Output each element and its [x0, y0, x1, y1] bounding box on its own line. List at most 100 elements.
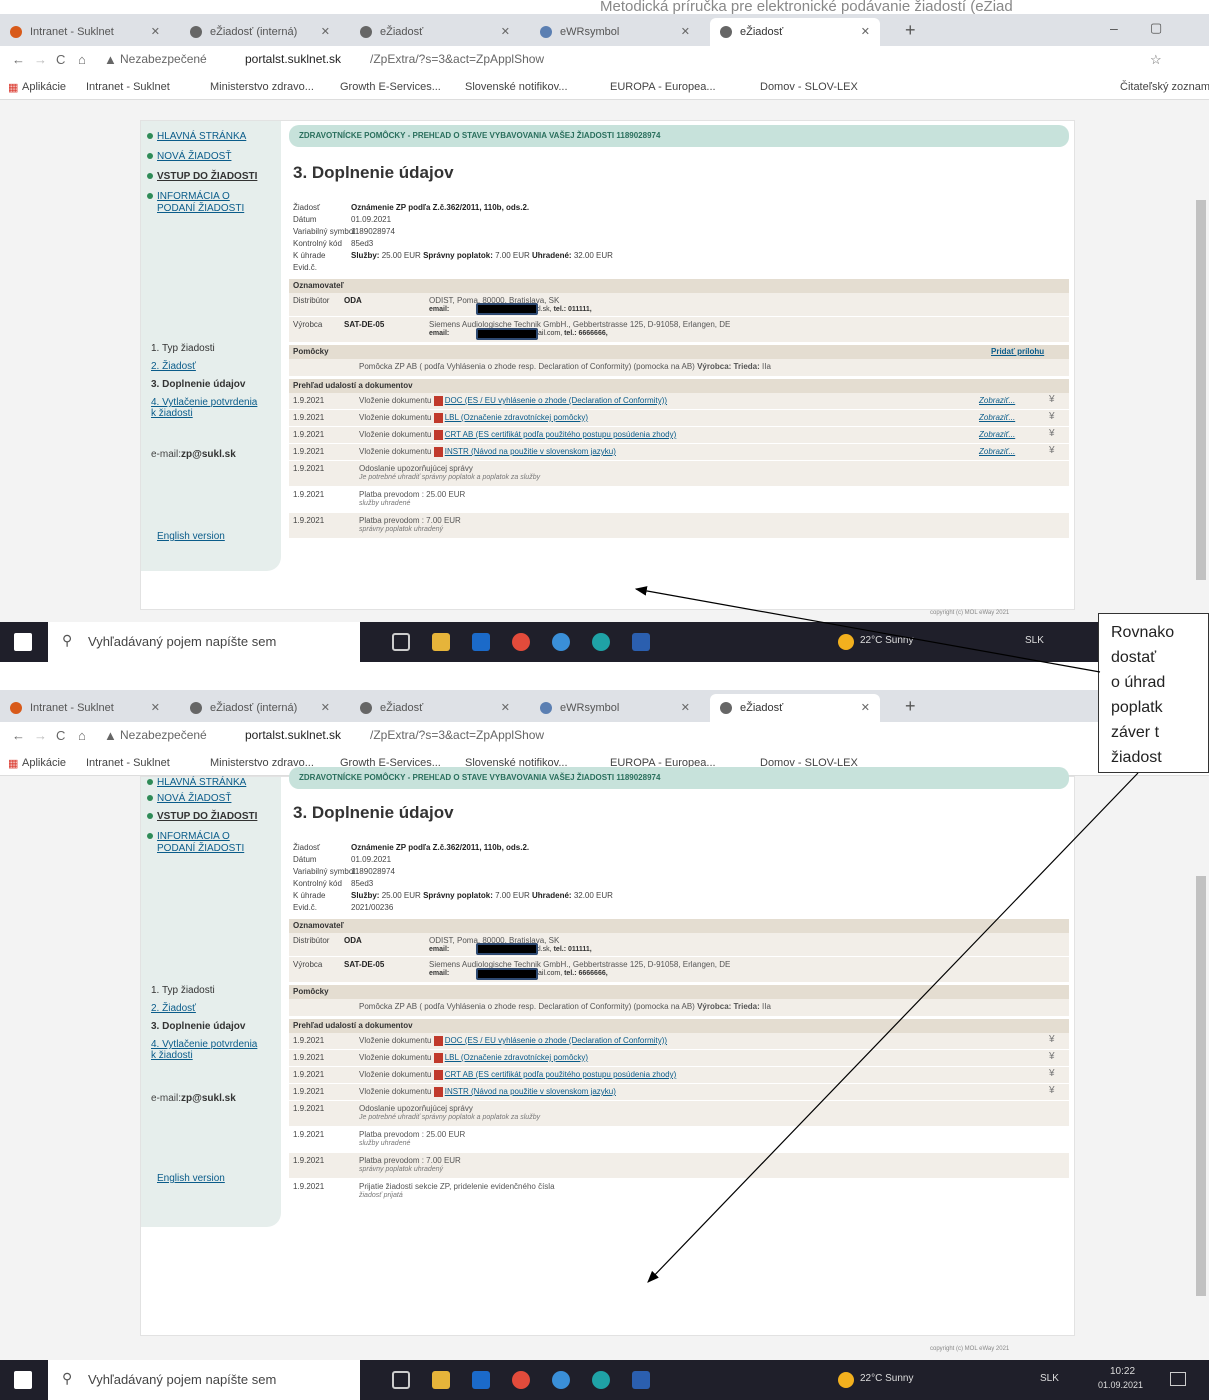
word-icon[interactable]: [632, 1371, 650, 1389]
edge-icon[interactable]: [592, 1371, 610, 1389]
step-1[interactable]: 1. Typ žiadosti: [151, 985, 215, 996]
home-icon[interactable]: ⌂: [78, 52, 86, 67]
bookmark-slovenske[interactable]: Slovenské notifikov...: [465, 81, 568, 93]
nav-info[interactable]: INFORMÁCIA O: [157, 831, 230, 842]
chrome-icon[interactable]: [512, 1371, 530, 1389]
document-link[interactable]: CRT AB (ES certifikát podľa použitého po…: [445, 1070, 677, 1079]
tab-eziadost-interna[interactable]: eŽiadosť (interná) ✕: [180, 694, 340, 722]
nav-info-2[interactable]: PODANÍ ŽIADOSTI: [157, 843, 244, 854]
close-icon[interactable]: ✕: [321, 18, 330, 46]
step-3[interactable]: 3. Doplnenie údajov: [151, 379, 245, 390]
english-version-link[interactable]: English version: [157, 531, 225, 542]
show-link[interactable]: Zobraziť...: [979, 447, 1015, 456]
nav-new-request[interactable]: NOVÁ ŽIADOSŤ: [157, 151, 231, 162]
add-attachment-link[interactable]: Pridať prílohu: [991, 347, 1044, 356]
nav-info-2[interactable]: PODANÍ ŽIADOSTI: [157, 203, 244, 214]
weather-text[interactable]: 22°C Sunny: [860, 1373, 913, 1384]
event-row[interactable]: 1.9.2021 Vloženie dokumentu CRT AB (ES ce…: [289, 427, 1069, 444]
show-link[interactable]: Zobraziť...: [979, 430, 1015, 439]
email-link[interactable]: zp@sukl.sk: [181, 449, 236, 460]
edge-icon[interactable]: [592, 633, 610, 651]
chevron-down-icon[interactable]: ¥: [1049, 445, 1055, 456]
star-icon[interactable]: ☆: [1150, 52, 1162, 68]
event-row[interactable]: 1.9.2021 Vloženie dokumentu INSTR (Návod …: [289, 1084, 1069, 1101]
file-explorer-icon[interactable]: [432, 633, 450, 651]
close-icon[interactable]: ✕: [861, 18, 870, 46]
bookmark-reading-list[interactable]: Čitateľský zoznam: [1120, 81, 1209, 93]
close-icon[interactable]: ✕: [681, 18, 690, 46]
tab-ewrsymbol[interactable]: eWRsymbol ✕: [530, 694, 700, 722]
bookmark-growth[interactable]: Growth E-Services...: [340, 81, 441, 93]
notification-icon[interactable]: [1170, 1372, 1186, 1386]
url-host[interactable]: portalst.suklnet.sk: [245, 728, 341, 742]
show-link[interactable]: Zobraziť...: [979, 396, 1015, 405]
word-icon[interactable]: [632, 633, 650, 651]
maximize-icon[interactable]: ▢: [1150, 20, 1162, 36]
document-link[interactable]: LBL (Označenie zdravotníckej pomôcky): [445, 1053, 588, 1062]
back-icon[interactable]: ←: [12, 52, 25, 67]
chrome-icon[interactable]: [512, 633, 530, 651]
bookmark-apps[interactable]: Aplikácie: [22, 757, 66, 769]
windows-icon[interactable]: [14, 1371, 32, 1389]
step-4[interactable]: 4. Vytlačenie potvrdenia: [151, 397, 257, 408]
forward-icon[interactable]: →: [34, 52, 47, 67]
nav-enter-request[interactable]: VSTUP DO ŽIADOSTI: [157, 171, 257, 182]
task-view-icon[interactable]: [392, 633, 410, 651]
bookmark-ministerstvo[interactable]: Ministerstvo zdravo...: [210, 81, 314, 93]
ie-icon[interactable]: [552, 1371, 570, 1389]
nav-home[interactable]: HLAVNÁ STRÁNKA: [157, 131, 246, 142]
event-row[interactable]: 1.9.2021 Vloženie dokumentu DOC (ES / EU …: [289, 1033, 1069, 1050]
windows-icon[interactable]: [14, 633, 32, 651]
close-icon[interactable]: ✕: [501, 694, 510, 722]
task-view-icon[interactable]: [392, 1371, 410, 1389]
url-host[interactable]: portalst.suklnet.sk: [245, 52, 341, 66]
bookmark-apps[interactable]: Aplikácie: [22, 81, 66, 93]
event-row[interactable]: 1.9.2021 Vloženie dokumentu LBL (Označeni…: [289, 410, 1069, 427]
bookmark-europa[interactable]: EUROPA - Europea...: [610, 81, 716, 93]
show-link[interactable]: Zobraziť...: [979, 413, 1015, 422]
minimize-icon[interactable]: –: [1110, 20, 1118, 36]
home-icon[interactable]: ⌂: [78, 728, 86, 743]
event-row[interactable]: 1.9.2021 Vloženie dokumentu LBL (Označeni…: [289, 1050, 1069, 1067]
nav-new-request[interactable]: NOVÁ ŽIADOSŤ: [157, 793, 231, 804]
tab-ewrsymbol[interactable]: eWRsymbol ✕: [530, 18, 700, 46]
close-icon[interactable]: ✕: [151, 18, 160, 46]
outlook-icon[interactable]: [472, 633, 490, 651]
chevron-down-icon[interactable]: ¥: [1049, 428, 1055, 439]
chevron-down-icon[interactable]: ¥: [1049, 1068, 1055, 1079]
scrollbar[interactable]: [1196, 200, 1206, 580]
email-link[interactable]: zp@sukl.sk: [181, 1093, 236, 1104]
tab-eziadost-interna[interactable]: eŽiadosť (interná) ✕: [180, 18, 340, 46]
language-indicator[interactable]: SLK: [1040, 1373, 1059, 1384]
taskbar-search[interactable]: Vyhľadávaný pojem napíšte sem: [48, 622, 360, 662]
step-4[interactable]: 4. Vytlačenie potvrdenia: [151, 1039, 257, 1050]
chevron-down-icon[interactable]: ¥: [1049, 1034, 1055, 1045]
taskbar-search[interactable]: Vyhľadávaný pojem napíšte sem: [48, 1360, 360, 1400]
document-link[interactable]: INSTR (Návod na použitie v slovenskom ja…: [445, 447, 616, 456]
outlook-icon[interactable]: [472, 1371, 490, 1389]
weather-text[interactable]: 22°C Sunny: [860, 635, 913, 646]
close-icon[interactable]: ✕: [501, 18, 510, 46]
document-link[interactable]: INSTR (Návod na použitie v slovenskom ja…: [445, 1087, 616, 1096]
clock-date[interactable]: 01.09.2021: [1098, 1380, 1143, 1390]
step-2[interactable]: 2. Žiadosť: [151, 361, 196, 372]
nav-info[interactable]: INFORMÁCIA O: [157, 191, 230, 202]
tab-intranet[interactable]: Intranet - Suklnet ✕: [0, 694, 170, 722]
scrollbar[interactable]: [1196, 876, 1206, 1296]
nav-home[interactable]: HLAVNÁ STRÁNKA: [157, 777, 246, 788]
chevron-down-icon[interactable]: ¥: [1049, 394, 1055, 405]
tab-eziadost-active[interactable]: eŽiadosť ✕: [710, 694, 880, 722]
document-link[interactable]: DOC (ES / EU vyhlásenie o zhode (Declara…: [445, 1036, 667, 1045]
event-row[interactable]: 1.9.2021 Vloženie dokumentu INSTR (Návod …: [289, 444, 1069, 461]
close-icon[interactable]: ✕: [861, 694, 870, 722]
clock-time[interactable]: 10:22: [1110, 1366, 1135, 1377]
reload-icon[interactable]: C: [56, 728, 65, 743]
apps-icon[interactable]: ▦: [8, 81, 18, 94]
event-row[interactable]: 1.9.2021 Vloženie dokumentu CRT AB (ES ce…: [289, 1067, 1069, 1084]
new-tab-icon[interactable]: +: [905, 20, 916, 41]
bookmark-intranet[interactable]: Intranet - Suklnet: [86, 757, 170, 769]
step-1[interactable]: 1. Typ žiadosti: [151, 343, 215, 354]
tab-eziadost[interactable]: eŽiadosť ✕: [350, 694, 520, 722]
forward-icon[interactable]: →: [34, 728, 47, 743]
close-icon[interactable]: ✕: [151, 694, 160, 722]
